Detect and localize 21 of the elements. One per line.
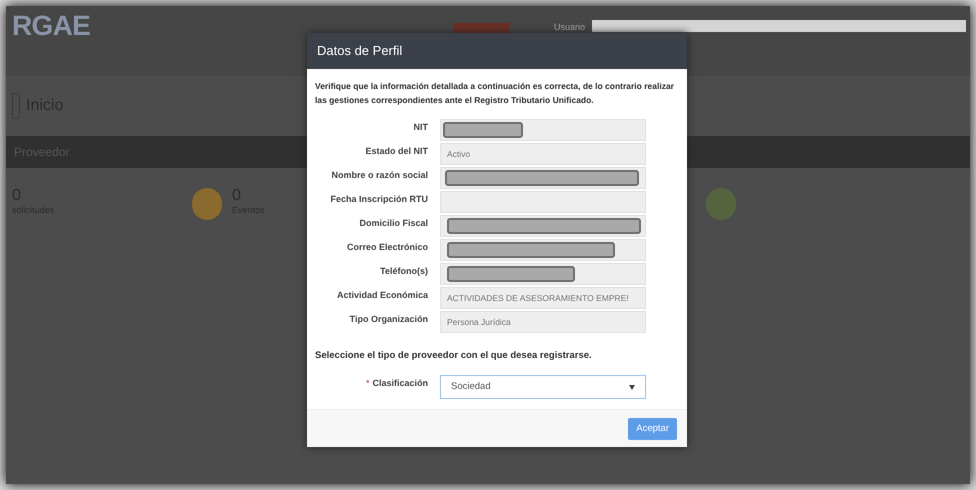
- logo: RGAE: [12, 12, 90, 40]
- user-label: Usuario: [554, 21, 586, 34]
- required-mark: *: [366, 377, 370, 390]
- field-label: Nombre o razón social: [330, 169, 428, 182]
- field-label: Teléfono(s): [379, 265, 428, 278]
- prompt-text: Seleccione el tipo de proveedor con el que desea registrarse.: [315, 349, 593, 363]
- read-only-field: Persona Jurídica: [440, 311, 646, 333]
- classification-select[interactable]: Sociedad: [440, 375, 646, 400]
- read-only-field: ACTIVIDADES DE ASESORAMIENTO EMPRE!: [440, 287, 646, 309]
- dropdown-caret-icon: [629, 384, 635, 390]
- field-label: Estado del NIT: [364, 145, 428, 158]
- field-label: Fecha Inscripción RTU: [329, 193, 428, 206]
- field-label: Clasificación: [372, 377, 428, 390]
- modal-title: Datos de Perfil: [317, 42, 402, 60]
- field-label: NIT: [412, 121, 428, 134]
- read-only-field: Activo: [440, 143, 646, 165]
- field-label: Correo Electrónico: [346, 241, 428, 254]
- field-label: Domicilio Fiscal: [358, 217, 428, 230]
- field-label: Actividad Económica: [336, 289, 428, 302]
- intro-text: Verifique que la información detallada a continuación es correcta, de lo contrario realizar las gestiones correspondientes ante el Registro Tributario Unificado.: [315, 80, 675, 107]
- field-label: Tipo Organización: [348, 313, 428, 326]
